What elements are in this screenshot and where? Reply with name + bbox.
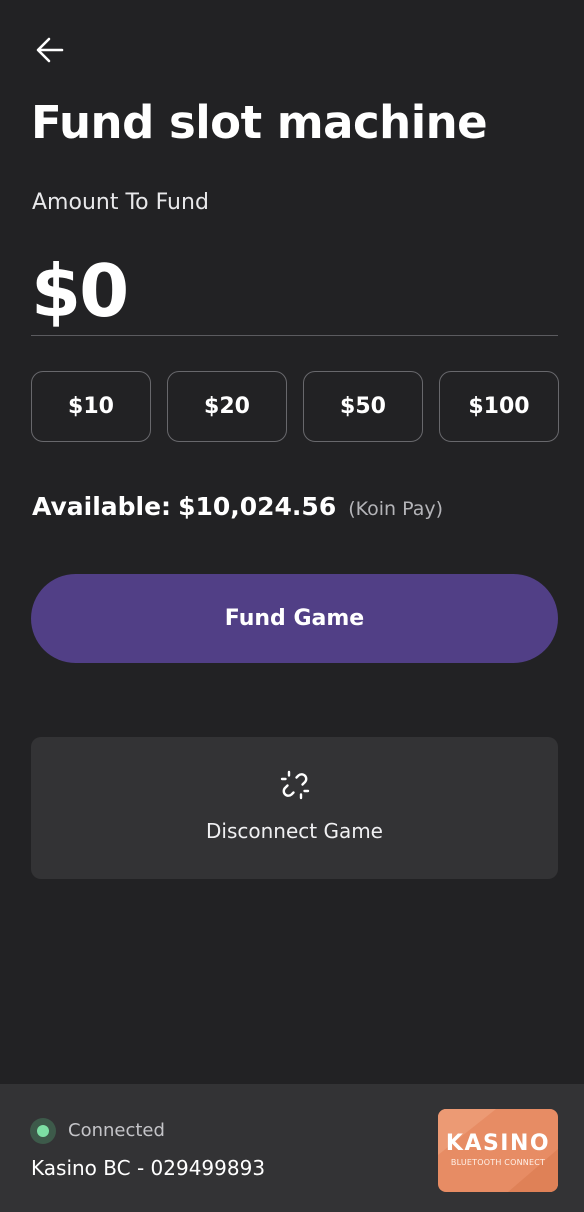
- preset-100-button[interactable]: $100: [439, 371, 559, 442]
- available-label: Available:: [32, 492, 172, 521]
- disconnect-game-label: Disconnect Game: [205, 819, 383, 843]
- balance-source: (Koin Pay): [348, 498, 444, 520]
- available-balance: Available: $10,024.56 (Koin Pay): [32, 492, 443, 521]
- amount-input[interactable]: [31, 246, 558, 336]
- disconnect-game-button[interactable]: Disconnect Game: [31, 737, 558, 879]
- preset-10-button[interactable]: $10: [31, 371, 151, 442]
- connection-status: Connected: [68, 1120, 165, 1141]
- preset-amounts: $10 $20 $50 $100: [31, 371, 559, 442]
- connection-footer: Connected Kasino BC - 029499893 KASINO B…: [0, 1084, 584, 1212]
- logo-wordmark: KASINO: [445, 1131, 551, 1156]
- logo-tagline: BLUETOOTH CONNECT: [450, 1158, 546, 1167]
- back-button[interactable]: [30, 30, 70, 70]
- arrow-left-icon: [36, 37, 64, 63]
- kasino-logo: KASINO BLUETOOTH CONNECT: [438, 1109, 558, 1192]
- amount-label: Amount To Fund: [32, 190, 209, 215]
- preset-50-button[interactable]: $50: [303, 371, 423, 442]
- fund-game-button[interactable]: Fund Game: [31, 574, 558, 663]
- page-title: Fund slot machine: [31, 96, 488, 149]
- preset-20-button[interactable]: $20: [167, 371, 287, 442]
- broken-link-icon: [280, 770, 309, 800]
- available-amount: $10,024.56: [178, 492, 337, 521]
- device-name: Kasino BC - 029499893: [31, 1156, 266, 1180]
- fund-slot-machine-screen: Fund slot machine Amount To Fund $10 $20…: [0, 0, 584, 1212]
- connected-status-dot: [30, 1118, 56, 1144]
